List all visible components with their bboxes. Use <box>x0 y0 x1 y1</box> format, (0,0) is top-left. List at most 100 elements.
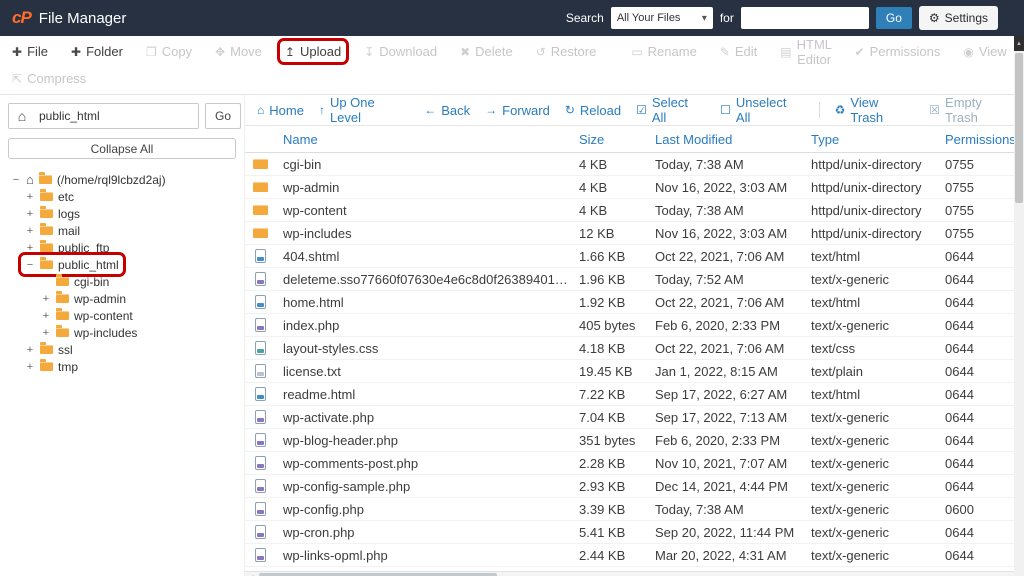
file-last-modified: Nov 10, 2021, 7:07 AM <box>655 455 788 471</box>
column-header-name[interactable]: Name <box>283 132 579 147</box>
expand-icon[interactable]: + <box>41 310 51 321</box>
tree-item-tmp[interactable]: + tmp <box>22 358 81 375</box>
file-type-icon-cell <box>245 364 283 378</box>
expand-icon[interactable]: + <box>25 208 35 219</box>
file-row[interactable]: layout-styles.css 4.18 KB Oct 22, 2021, 7:… <box>245 337 1024 360</box>
file-size: 2.28 KB <box>579 455 626 471</box>
scroll-up-icon[interactable]: ▲ <box>1014 36 1024 51</box>
file-row[interactable]: wp-config.php 3.39 KB Today, 7:38 AM text/x… <box>245 498 1024 521</box>
tree-item-cgi-bin[interactable]: cgi-bin <box>38 273 112 290</box>
collapse-all-button[interactable]: Collapse All <box>8 138 236 159</box>
expand-icon[interactable]: + <box>25 242 35 253</box>
toolbar-rename-button[interactable]: ▭ Rename <box>627 42 700 61</box>
tree-item-wp-admin[interactable]: + wp-admin <box>38 290 129 307</box>
nav-home-link[interactable]: ⌂ Home <box>257 103 304 118</box>
forward-icon: → <box>485 103 498 117</box>
column-header-permissions[interactable]: Permissions <box>945 132 1016 147</box>
toolbar-compress-button[interactable]: ⇱ Compress <box>8 69 90 88</box>
toolbar-download-button[interactable]: ↧ Download <box>360 42 441 61</box>
folder-icon <box>252 182 268 192</box>
file-row[interactable]: wp-cron.php 5.41 KB Sep 20, 2022, 11:44 PM… <box>245 521 1024 544</box>
collapse-icon[interactable]: − <box>25 259 35 270</box>
file-last-modified: Sep 20, 2022, 11:44 PM <box>655 524 795 540</box>
file-row[interactable]: wp-admin 4 KB Nov 16, 2022, 3:03 AM httpd/u… <box>245 176 1024 199</box>
expand-icon[interactable]: + <box>41 327 51 338</box>
tree-item-mail[interactable]: + mail <box>22 222 83 239</box>
nav-select-all-link[interactable]: ☑ Select All <box>636 95 705 125</box>
toolbar-edit-button[interactable]: ✎ Edit <box>716 42 761 61</box>
move-icon: ✥ <box>215 44 226 59</box>
file-row[interactable]: wp-comments-post.php 2.28 KB Nov 10, 2021,… <box>245 452 1024 475</box>
search-go-button[interactable]: Go <box>875 7 912 29</box>
file-row[interactable]: index.php 405 bytes Feb 6, 2020, 2:33 PM te… <box>245 314 1024 337</box>
toolbar-move-button[interactable]: ✥ Move <box>211 42 266 61</box>
file-row[interactable]: deleteme.sso77660f07630e4e6c8d0f26389401… <box>245 268 1024 291</box>
file-row[interactable]: readme.html 7.22 KB Sep 17, 2022, 6:27 AM t… <box>245 383 1024 406</box>
toolbar-rename-label: Rename <box>647 44 697 59</box>
nav-unselect-all-link[interactable]: ☐ Unselect All <box>720 95 803 125</box>
expand-icon[interactable]: + <box>25 191 35 202</box>
tree-item-ssl[interactable]: + ssl <box>22 341 76 358</box>
toolbar-file-button[interactable]: ✚ File <box>8 42 52 61</box>
collapse-icon[interactable]: − <box>11 174 21 185</box>
file-row[interactable]: wp-blog-header.php 351 bytes Feb 6, 2020, … <box>245 429 1024 452</box>
toolbar-restore-button[interactable]: ↺ Restore <box>532 42 601 61</box>
file-row[interactable]: home.html 1.92 KB Oct 22, 2021, 7:06 AM tex… <box>245 291 1024 314</box>
nav-back-label: Back <box>441 102 471 118</box>
file-row[interactable]: cgi-bin 4 KB Today, 7:38 AM httpd/unix-dire… <box>245 153 1024 176</box>
file-type-icon-cell <box>245 228 283 238</box>
restore-icon: ↺ <box>535 44 546 59</box>
nav-forward-link[interactable]: → Forward <box>485 103 550 118</box>
settings-button[interactable]: ⚙ Settings <box>918 6 998 30</box>
tree-item-label: wp-content <box>74 308 133 323</box>
tree-item-public-ftp[interactable]: + public_ftp <box>22 239 112 256</box>
toolbar-upload-button[interactable]: ↥ Upload <box>276 38 350 65</box>
expand-icon[interactable]: + <box>25 344 35 355</box>
tree-item-root[interactable]: − ⌂ (/home/rql9lcbzd2aj) <box>8 171 169 188</box>
trash-icon: ♻ <box>834 103 846 117</box>
scroll-left-icon[interactable]: ◀ <box>245 572 257 576</box>
column-header-last-modified[interactable]: Last Modified <box>655 132 811 147</box>
nav-view-trash-link[interactable]: ♻ View Trash <box>835 95 915 125</box>
nav-up-one-level-link[interactable]: ↑ Up One Level <box>319 95 409 125</box>
tree-item-public-html[interactable]: − public_html <box>18 252 126 277</box>
file-last-modified: Sep 17, 2022, 7:13 AM <box>655 409 788 425</box>
file-php-icon <box>254 525 266 539</box>
file-row[interactable]: wp-includes 12 KB Nov 16, 2022, 3:03 AM htt… <box>245 222 1024 245</box>
horizontal-scrollbar[interactable]: ◀ ▶ <box>245 571 1024 576</box>
nav-back-link[interactable]: ← Back <box>424 103 470 118</box>
toolbar-delete-button[interactable]: ✖ Delete <box>456 42 517 61</box>
expand-icon[interactable]: + <box>25 361 35 372</box>
tree-item-wp-includes[interactable]: + wp-includes <box>38 324 140 341</box>
toolbar-html-editor-button[interactable]: ▤ HTML Editor <box>776 35 835 69</box>
column-header-size[interactable]: Size <box>579 132 655 147</box>
file-row[interactable]: wp-links-opml.php 2.44 KB Mar 20, 2022, 4:… <box>245 544 1024 567</box>
file-row[interactable]: wp-activate.php 7.04 KB Sep 17, 2022, 7:13… <box>245 406 1024 429</box>
path-go-button[interactable]: Go <box>205 103 242 129</box>
path-input-wrap: ⌂ <box>8 103 199 129</box>
file-php-icon <box>254 502 266 516</box>
toolbar-view-button[interactable]: ◉ View <box>959 42 1010 61</box>
nav-reload-link[interactable]: ↻ Reload <box>565 103 621 118</box>
file-row[interactable]: wp-config-sample.php 2.93 KB Dec 14, 2021,… <box>245 475 1024 498</box>
search-scope-select[interactable]: All Your Files ▾ <box>610 7 713 29</box>
file-row[interactable]: license.txt 19.45 KB Jan 1, 2022, 8:15 AM t… <box>245 360 1024 383</box>
file-row[interactable]: 404.shtml 1.66 KB Oct 22, 2021, 7:06 AM tex… <box>245 245 1024 268</box>
tree-item-logs[interactable]: + logs <box>22 205 83 222</box>
tree-item-wp-content[interactable]: + wp-content <box>38 307 136 324</box>
search-input[interactable] <box>740 7 869 29</box>
page-scrollbar[interactable]: ▲ <box>1014 36 1024 576</box>
column-header-type[interactable]: Type <box>811 132 945 147</box>
home-icon[interactable]: ⌂ <box>9 104 35 128</box>
file-row[interactable]: wp-content 4 KB Today, 7:38 AM httpd/unix-d… <box>245 199 1024 222</box>
path-input[interactable] <box>35 105 198 127</box>
toolbar-copy-button[interactable]: ❐ Copy <box>142 42 196 61</box>
tree-item-etc[interactable]: + etc <box>22 188 77 205</box>
nav-empty-trash-link[interactable]: ☒ Empty Trash <box>929 95 1018 125</box>
toolbar-permissions-button[interactable]: ✔ Permissions <box>851 42 945 61</box>
page-scroll-thumb[interactable] <box>1015 53 1023 203</box>
folder-icon <box>56 325 69 337</box>
toolbar-folder-button[interactable]: ✚ Folder <box>67 42 127 61</box>
expand-icon[interactable]: + <box>25 225 35 236</box>
expand-icon[interactable]: + <box>41 293 51 304</box>
